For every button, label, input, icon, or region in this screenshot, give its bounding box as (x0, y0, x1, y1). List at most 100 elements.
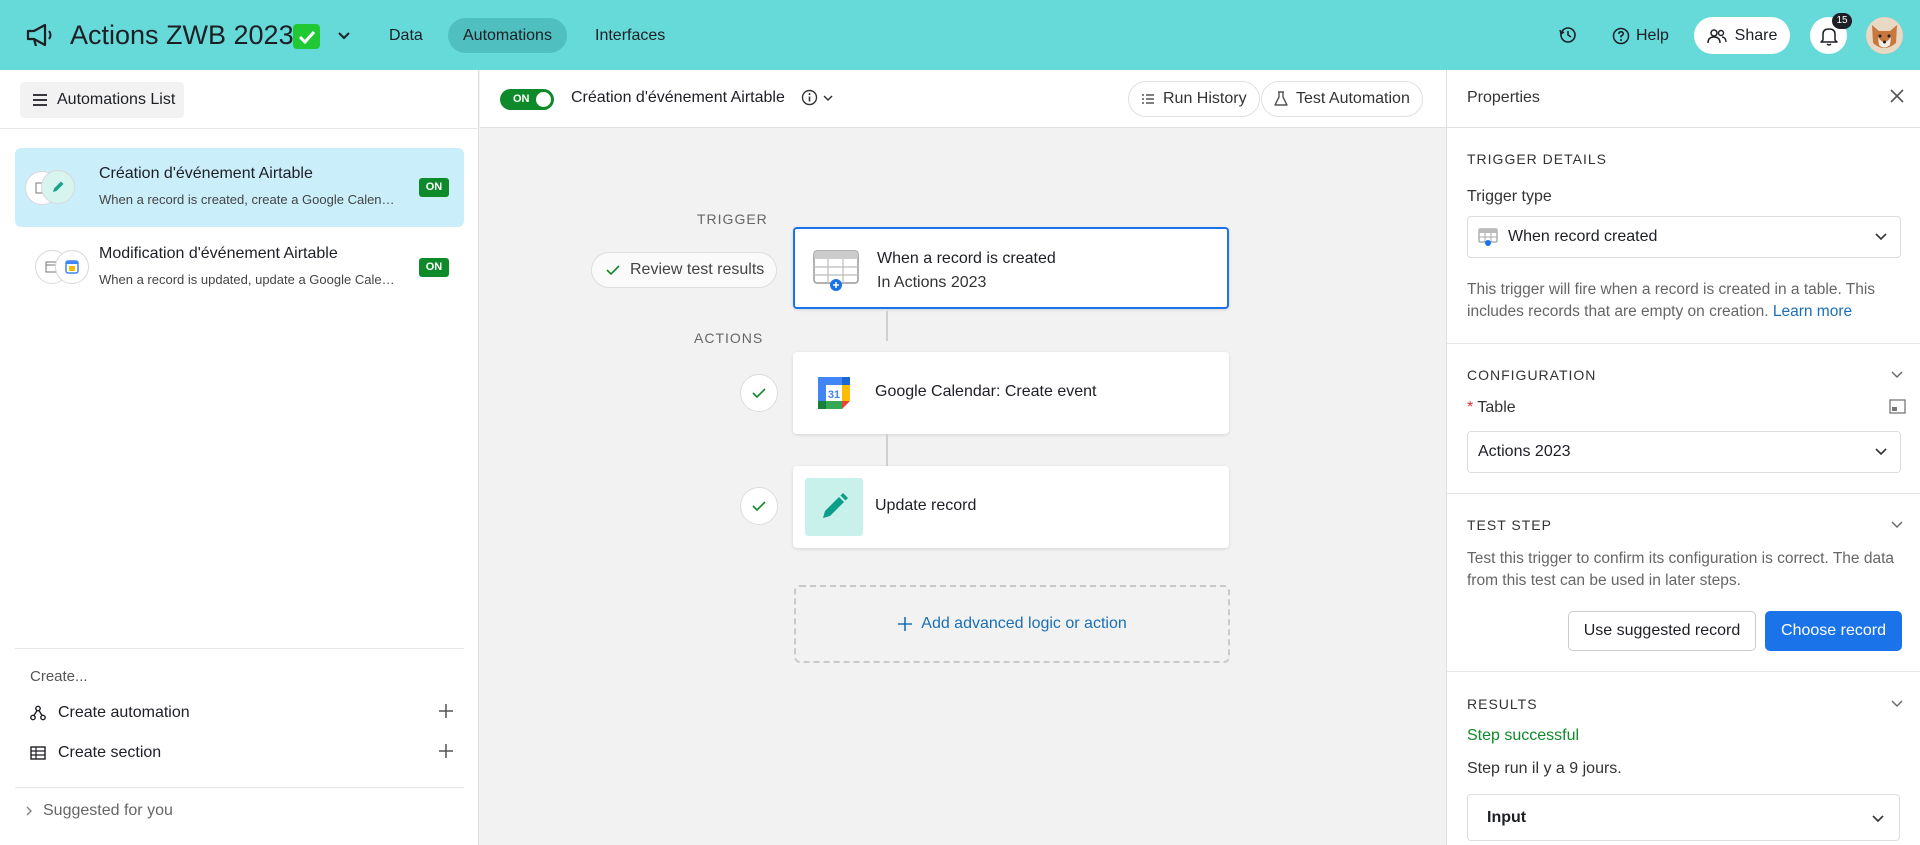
action-step-update-record[interactable]: Update record (793, 466, 1229, 548)
divider (1447, 671, 1920, 672)
chevron-down-icon (1872, 815, 1884, 823)
table-icon (807, 241, 865, 299)
list-icon (1142, 94, 1154, 104)
flask-icon (1274, 91, 1288, 106)
layout-icon[interactable] (1889, 399, 1906, 414)
table-label: Table (1477, 399, 1516, 416)
table-select-value: Actions 2023 (1478, 443, 1571, 460)
input-label: Input (1487, 809, 1527, 826)
check-icon (606, 265, 620, 276)
history-icon[interactable] (1553, 20, 1583, 50)
help-button[interactable]: Help (1612, 18, 1669, 53)
table-select[interactable]: Actions 2023 (1467, 431, 1901, 473)
results-status: Step successful (1467, 727, 1580, 744)
create-automation-button[interactable]: Create automation (30, 698, 454, 728)
tab-interfaces[interactable]: Interfaces (580, 18, 680, 53)
plus-icon[interactable] (438, 703, 454, 719)
status-badge: ON (419, 178, 449, 197)
trigger-description: This trigger will fire when a record is … (1467, 279, 1907, 323)
trigger-type-label: Trigger type (1467, 188, 1552, 205)
run-history-button[interactable]: Run History (1128, 81, 1260, 117)
divider (1447, 493, 1920, 494)
automation-description: When a record is updated, update a Googl… (99, 272, 397, 287)
run-history-label: Run History (1163, 90, 1247, 107)
action-step-title: Google Calendar: Create event (875, 383, 1097, 400)
learn-more-link[interactable]: Learn more (1773, 303, 1852, 320)
chevron-down-icon (1875, 448, 1887, 456)
base-title[interactable]: Actions ZWB 2023 (70, 20, 294, 51)
bell-icon (1819, 27, 1838, 46)
suggested-for-you[interactable]: Suggested for you (25, 802, 173, 820)
test-step-label: TEST STEP (1467, 517, 1552, 533)
users-icon (1706, 28, 1727, 43)
chevron-down-icon (823, 94, 833, 101)
pencil-icon (41, 170, 75, 204)
megaphone-icon[interactable] (25, 22, 55, 48)
automation-title: Modification d'événement Airtable (99, 245, 338, 262)
automation-item-creation[interactable]: Création d'événement Airtable When a rec… (15, 148, 464, 227)
help-icon (1612, 27, 1630, 44)
create-section-button[interactable]: Create section (30, 738, 454, 768)
action-step-title: Update record (875, 497, 977, 514)
automations-list-button[interactable]: Automations List (20, 82, 184, 118)
divider (15, 648, 464, 649)
plus-icon[interactable] (438, 743, 454, 759)
calendar-day: 31 (828, 389, 840, 401)
input-accordion[interactable]: Input (1467, 794, 1900, 841)
connector-line (886, 311, 888, 341)
close-icon[interactable] (1889, 88, 1905, 104)
automation-icons (25, 250, 89, 286)
google-calendar-icon (55, 250, 89, 284)
suggested-label: Suggested for you (43, 802, 173, 819)
automation-description: When a record is created, create a Googl… (99, 192, 397, 207)
properties-header: Properties (1447, 70, 1920, 128)
chevron-right-icon (26, 806, 33, 816)
divider (1447, 343, 1920, 344)
check-icon (752, 388, 766, 399)
notification-badge: 15 (1832, 13, 1852, 29)
section-icon (30, 746, 46, 760)
actions-section-label: ACTIONS (694, 330, 764, 346)
chevron-down-icon[interactable] (335, 26, 353, 44)
use-suggested-record-button[interactable]: Use suggested record (1568, 611, 1756, 651)
automation-item-modification[interactable]: Modification d'événement Airtable When a… (15, 228, 464, 307)
test-step-description: Test this trigger to confirm its configu… (1467, 550, 1895, 589)
create-automation-label: Create automation (58, 704, 190, 721)
top-bar: Actions ZWB 2023 Data Automations Interf… (0, 0, 1920, 70)
choose-record-button[interactable]: Choose record (1765, 611, 1902, 651)
configuration-label: CONFIGURATION (1467, 367, 1597, 383)
chevron-down-icon[interactable] (1890, 517, 1904, 531)
pencil-icon (805, 478, 863, 536)
results-run-time: Step run il y a 9 jours. (1467, 760, 1622, 777)
automation-name[interactable]: Création d'événement Airtable (571, 89, 785, 107)
table-field-label: * Table (1467, 399, 1516, 417)
automation-info[interactable] (801, 89, 834, 106)
trigger-step-title: When a record is created (877, 250, 1056, 267)
review-test-results-button[interactable]: Review test results (591, 252, 777, 288)
avatar[interactable] (1866, 17, 1903, 54)
tab-data[interactable]: Data (374, 18, 438, 53)
review-label: Review test results (630, 261, 765, 278)
step-status-check (740, 487, 778, 525)
tab-automations[interactable]: Automations (448, 18, 567, 53)
chevron-down-icon[interactable] (1890, 367, 1904, 381)
trigger-type-select[interactable]: When record created (1467, 216, 1901, 258)
plus-icon (898, 617, 913, 631)
properties-title: Properties (1467, 89, 1540, 106)
chevron-down-icon[interactable] (1890, 696, 1904, 710)
trigger-step-subtitle: In Actions 2023 (877, 274, 987, 291)
info-icon (801, 89, 818, 106)
trigger-step-card[interactable]: When a record is created In Actions 2023 (793, 227, 1229, 309)
automations-sidebar: Automations List Création d'événement Ai… (0, 70, 479, 845)
divider (0, 128, 479, 129)
add-logic-label: Add advanced logic or action (921, 615, 1127, 632)
automation-toggle[interactable]: ON (500, 89, 554, 110)
table-icon (1478, 228, 1498, 246)
action-step-google-calendar[interactable]: 31 Google Calendar: Create event (793, 352, 1229, 434)
properties-panel: Properties TRIGGER DETAILS Trigger type … (1446, 70, 1920, 845)
test-automation-button[interactable]: Test Automation (1261, 81, 1423, 117)
add-logic-or-action-button[interactable]: Add advanced logic or action (794, 585, 1230, 663)
automation-title: Création d'événement Airtable (99, 165, 313, 182)
automation-icons (25, 170, 75, 206)
share-button[interactable]: Share (1694, 17, 1790, 54)
